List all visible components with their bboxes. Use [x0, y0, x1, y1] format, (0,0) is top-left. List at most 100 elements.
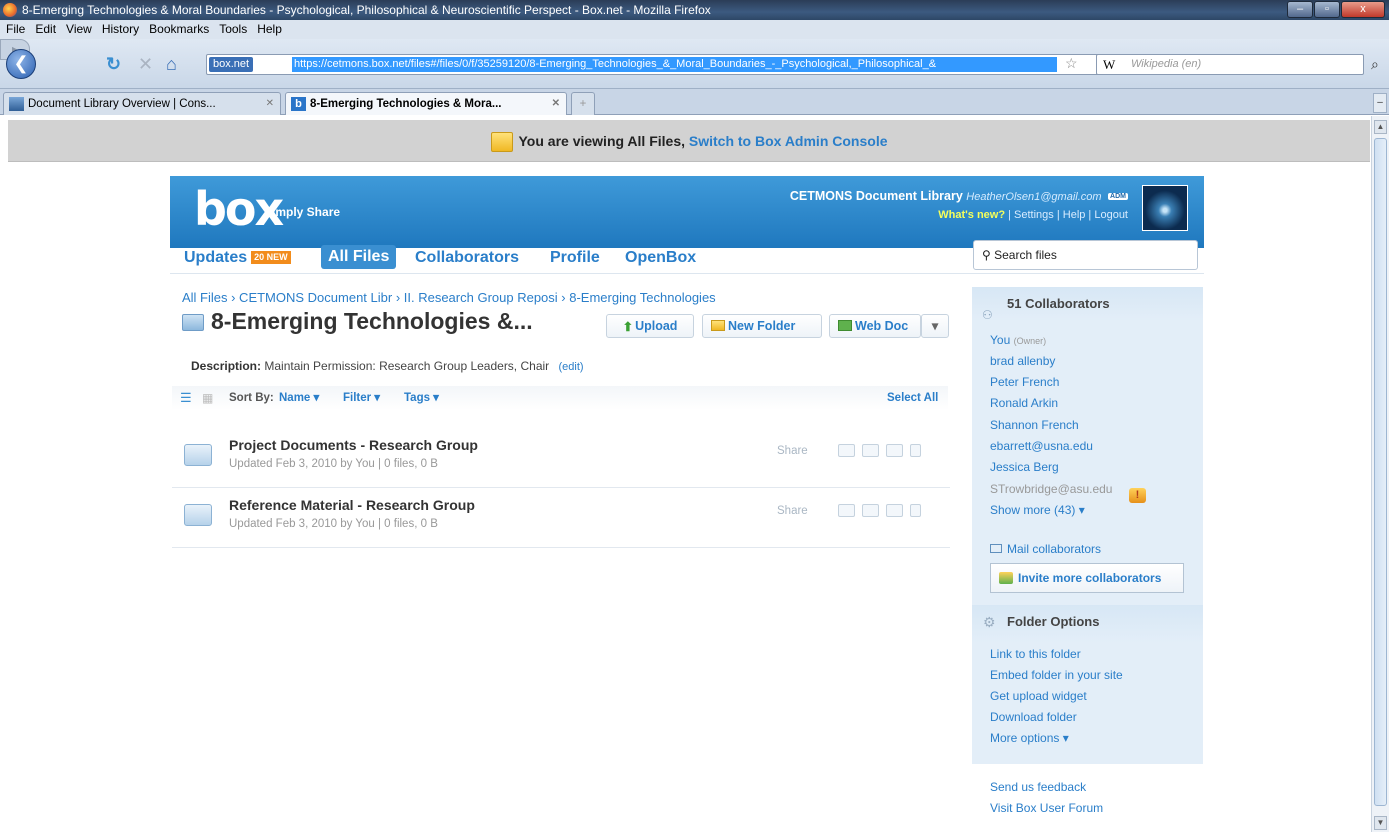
collaborator-item[interactable]: brad allenby: [990, 354, 1055, 368]
folder-name[interactable]: Reference Material - Research Group: [229, 497, 475, 513]
upload-widget-option[interactable]: Get upload widget: [990, 689, 1087, 703]
folder-name[interactable]: Project Documents - Research Group: [229, 437, 478, 453]
url-text[interactable]: https://cetmons.box.net/files#/files/0/f…: [292, 57, 1057, 72]
collaborator-item[interactable]: Peter French: [990, 375, 1059, 389]
close-tab-icon[interactable]: ✕: [552, 93, 560, 115]
window-controls: – ▫ x: [1287, 1, 1385, 18]
new-folder-icon: [711, 320, 725, 331]
page-scrollbar[interactable]: ▲ ▼: [1371, 116, 1389, 832]
menu-help[interactable]: Help: [257, 20, 282, 39]
download-folder-option[interactable]: Download folder: [990, 710, 1077, 724]
whats-new-link[interactable]: What's new?: [938, 209, 1005, 221]
tab-list-button[interactable]: –: [1373, 93, 1387, 113]
upload-button[interactable]: ⬆ Upload: [606, 314, 694, 338]
search-files-input[interactable]: ⚲ Search files: [973, 240, 1198, 270]
site-identity-badge[interactable]: box.net: [209, 57, 254, 72]
menu-view[interactable]: View: [66, 20, 92, 39]
scrollbar-thumb[interactable]: [1374, 138, 1387, 806]
tag-icon[interactable]: [862, 504, 879, 517]
menu-tools[interactable]: Tools: [219, 20, 247, 39]
search-go-icon[interactable]: ⌕: [1371, 56, 1379, 73]
breadcrumb[interactable]: All Files › CETMONS Document Libr › II. …: [182, 290, 716, 305]
comment-icon[interactable]: [838, 444, 855, 457]
tags-dropdown[interactable]: Tags ▾: [404, 386, 439, 410]
embed-folder-option[interactable]: Embed folder in your site: [990, 668, 1123, 682]
collaborator-item[interactable]: ebarrett@usna.edu: [990, 439, 1093, 453]
nav-profile[interactable]: Profile: [550, 248, 600, 268]
email-icon[interactable]: [886, 504, 903, 517]
updates-badge: 20 NEW: [251, 251, 291, 265]
collaborator-item[interactable]: STrowbridge@asu.edu: [990, 482, 1112, 496]
nav-updates[interactable]: Updates 20 NEW: [184, 248, 291, 268]
collaborator-item[interactable]: Ronald Arkin: [990, 396, 1058, 410]
new-tab-button[interactable]: +: [571, 92, 595, 115]
wikipedia-icon[interactable]: W: [1103, 55, 1115, 74]
bookmark-star-icon[interactable]: ☆: [1065, 55, 1078, 72]
collaborator-item[interactable]: Shannon French: [990, 418, 1079, 432]
scroll-up-arrow-icon[interactable]: ▲: [1374, 120, 1387, 134]
list-item[interactable]: Reference Material - Research Group Upda…: [172, 488, 950, 548]
envelope-icon: [990, 544, 1002, 553]
home-icon[interactable]: ⌂: [166, 54, 177, 74]
collaborator-owner[interactable]: You (Owner): [990, 333, 1046, 347]
switch-admin-console-link[interactable]: Switch to Box Admin Console: [689, 133, 888, 149]
library-name: CETMONS Document Library HeatherOlsen1@g…: [790, 189, 1128, 203]
invite-collaborators-button[interactable]: Invite more collaborators: [990, 563, 1184, 593]
web-doc-button[interactable]: Web Doc: [829, 314, 921, 338]
share-link[interactable]: Share: [777, 505, 808, 517]
collaborator-item[interactable]: Jessica Berg: [990, 460, 1059, 474]
box-header: box Simply Share CETMONS Document Librar…: [170, 176, 1204, 248]
avatar[interactable]: [1142, 185, 1188, 231]
web-search-field[interactable]: W Wikipedia (en): [1096, 54, 1364, 75]
sort-name-dropdown[interactable]: Name ▾: [279, 386, 319, 410]
stop-icon[interactable]: ✕: [138, 54, 153, 74]
select-all-link[interactable]: Select All: [887, 386, 938, 410]
main-nav: Updates 20 NEW All Files Collaborators Pr…: [170, 240, 1204, 274]
close-tab-icon[interactable]: ✕: [266, 93, 274, 115]
info-icon[interactable]: [910, 444, 921, 457]
menu-history[interactable]: History: [102, 20, 139, 39]
maximize-button[interactable]: ▫: [1314, 1, 1340, 18]
settings-help-logout-links[interactable]: | Settings | Help | Logout: [1008, 209, 1128, 221]
folder-icon: [490, 132, 513, 153]
link-to-folder-option[interactable]: Link to this folder: [990, 647, 1081, 661]
email-icon[interactable]: [886, 444, 903, 457]
new-folder-button[interactable]: New Folder: [702, 314, 822, 338]
reload-icon[interactable]: ↻: [106, 54, 121, 74]
show-more-link[interactable]: Show more (43) ▾: [990, 503, 1085, 517]
back-arrow-icon[interactable]: ❮: [6, 49, 36, 79]
user-forum-link[interactable]: Visit Box User Forum: [990, 801, 1103, 815]
library-title: CETMONS Document Library: [789, 189, 963, 203]
close-window-button[interactable]: x: [1341, 1, 1385, 18]
tab-emerging-technologies[interactable]: b 8-Emerging Technologies & Mora... ✕: [285, 92, 567, 115]
comment-icon[interactable]: [838, 504, 855, 517]
web-doc-icon: [838, 320, 852, 331]
menu-file[interactable]: File: [6, 20, 25, 39]
filter-dropdown[interactable]: Filter ▾: [343, 386, 380, 410]
minimize-button[interactable]: –: [1287, 1, 1313, 18]
share-link[interactable]: Share: [777, 445, 808, 457]
nav-openbox[interactable]: OpenBox: [625, 248, 696, 268]
mail-collaborators-link[interactable]: Mail collaborators: [990, 542, 1101, 556]
web-doc-dropdown-button[interactable]: ▾: [921, 314, 949, 338]
search-icon: ⚲: [982, 248, 995, 262]
sort-by-label: Sort By:: [229, 392, 274, 404]
grid-view-icon[interactable]: ▦: [202, 386, 213, 410]
nav-all-files[interactable]: All Files: [321, 245, 397, 269]
more-options-link[interactable]: More options ▾: [990, 731, 1069, 745]
url-bar[interactable]: box.net https://cetmons.box.net/files#/f…: [206, 54, 1250, 75]
tag-icon[interactable]: [862, 444, 879, 457]
tab-favicon: [9, 97, 24, 111]
nav-collaborators[interactable]: Collaborators: [415, 248, 519, 268]
pending-invite-icon: !: [1129, 488, 1146, 503]
feedback-link[interactable]: Send us feedback: [990, 780, 1086, 794]
scroll-down-arrow-icon[interactable]: ▼: [1374, 816, 1387, 830]
menu-bookmarks[interactable]: Bookmarks: [149, 20, 209, 39]
list-view-icon[interactable]: ☰: [180, 386, 192, 410]
edit-description-link[interactable]: (edit): [559, 361, 584, 373]
tab-document-library[interactable]: Document Library Overview | Cons... ✕: [3, 92, 281, 115]
admin-badge: ADM: [1108, 193, 1128, 201]
menu-edit[interactable]: Edit: [35, 20, 56, 39]
list-item[interactable]: Project Documents - Research Group Updat…: [172, 428, 950, 488]
info-icon[interactable]: [910, 504, 921, 517]
